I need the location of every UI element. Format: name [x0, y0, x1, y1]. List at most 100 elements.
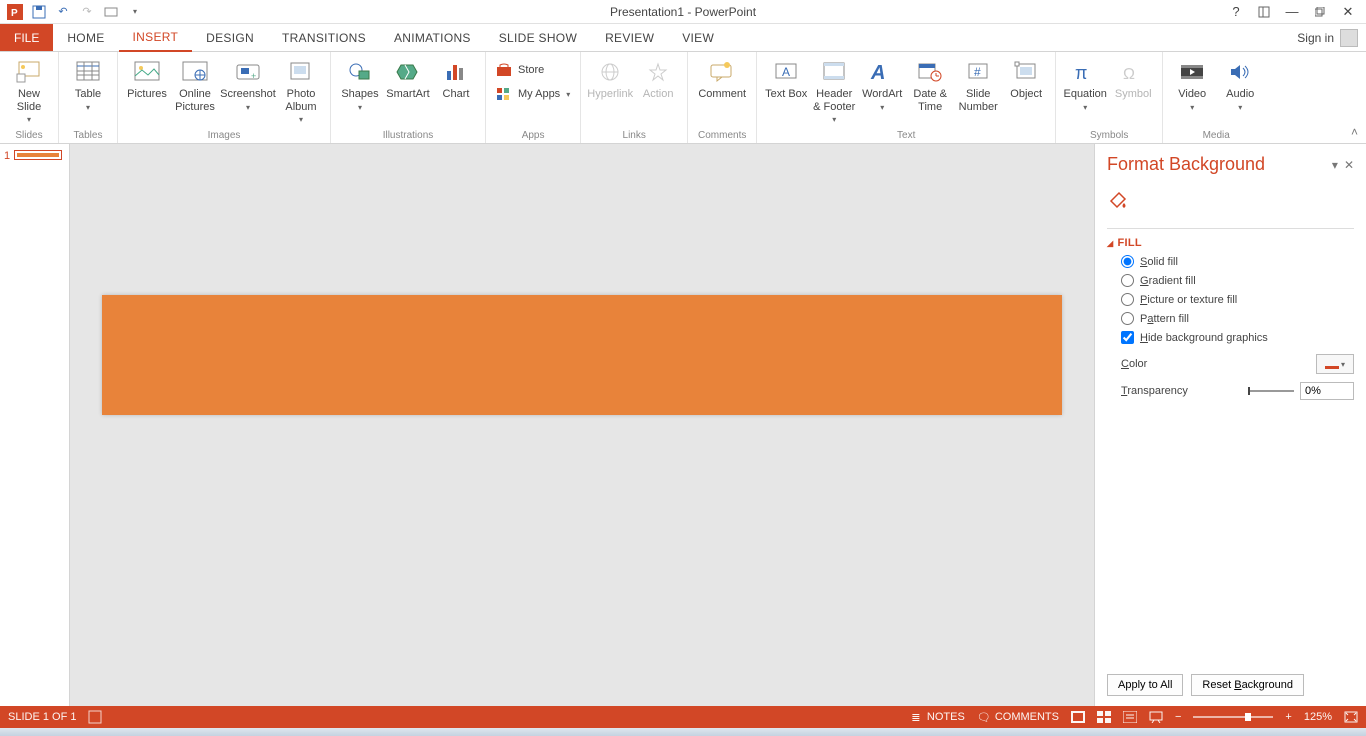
solid-fill-radio[interactable]: Solid fill: [1121, 255, 1354, 268]
header-footer-button[interactable]: Header & Footer▾: [811, 54, 857, 124]
group-illustrations-label: Illustrations: [337, 130, 479, 143]
transparency-slider[interactable]: [1248, 390, 1294, 392]
text-box-button[interactable]: AText Box: [763, 54, 809, 101]
fill-bucket-icon[interactable]: [1107, 189, 1354, 214]
group-slides-label: Slides: [6, 130, 52, 143]
windows-taskbar: [0, 728, 1366, 736]
start-from-beginning-icon[interactable]: [100, 1, 122, 23]
photo-album-icon: [285, 58, 317, 86]
fit-to-window-icon[interactable]: [1344, 711, 1358, 723]
tab-insert[interactable]: INSERT: [119, 24, 193, 52]
pictures-button[interactable]: Pictures: [124, 54, 170, 101]
chart-button[interactable]: Chart: [433, 54, 479, 101]
apply-to-all-button[interactable]: Apply to All: [1107, 674, 1183, 696]
comments-button[interactable]: 🗨COMMENTS: [977, 710, 1059, 724]
color-picker-button[interactable]: ▾: [1316, 354, 1354, 374]
slide-canvas-area[interactable]: [70, 144, 1094, 706]
zoom-in-button[interactable]: +: [1285, 711, 1291, 723]
close-icon[interactable]: ✕: [1336, 2, 1360, 22]
undo-icon[interactable]: ↶: [52, 1, 74, 23]
redo-icon[interactable]: ↷: [76, 1, 98, 23]
action-button[interactable]: Action: [635, 54, 681, 101]
object-button[interactable]: Object: [1003, 54, 1049, 101]
slide-number-button[interactable]: #Slide Number: [955, 54, 1001, 113]
sign-in-button[interactable]: Sign in: [1289, 24, 1366, 51]
group-images-label: Images: [124, 130, 324, 143]
comment-button[interactable]: Comment: [694, 54, 750, 101]
symbol-button[interactable]: ΩSymbol: [1110, 54, 1156, 101]
spellcheck-icon[interactable]: [88, 710, 102, 724]
pattern-fill-radio[interactable]: Pattern fill: [1121, 312, 1354, 325]
screenshot-button[interactable]: +Screenshot▾: [220, 54, 276, 112]
tab-slideshow[interactable]: SLIDE SHOW: [485, 24, 591, 51]
shapes-button[interactable]: Shapes▾: [337, 54, 383, 112]
equation-button[interactable]: πEquation▾: [1062, 54, 1108, 112]
thumbnail-1[interactable]: 1: [4, 150, 65, 162]
save-icon[interactable]: [28, 1, 50, 23]
zoom-level[interactable]: 125%: [1304, 711, 1332, 723]
group-symbols-label: Symbols: [1062, 130, 1156, 143]
group-text-label: Text: [763, 130, 1049, 143]
slideshow-view-icon[interactable]: [1149, 711, 1163, 723]
wordart-button[interactable]: AWordArt▾: [859, 54, 905, 112]
hyperlink-icon: [594, 58, 626, 86]
ribbon-display-icon[interactable]: [1252, 2, 1276, 22]
zoom-slider[interactable]: [1193, 716, 1273, 718]
ribbon: New Slide▾ Slides Table▾ Tables Pictures…: [0, 52, 1366, 144]
tab-animations[interactable]: ANIMATIONS: [380, 24, 485, 51]
gradient-fill-radio[interactable]: Gradient fill: [1121, 274, 1354, 287]
group-comments-label: Comments: [694, 130, 750, 143]
reset-background-button[interactable]: Reset Background: [1191, 674, 1304, 696]
slide-counter[interactable]: SLIDE 1 OF 1: [8, 711, 76, 723]
smartart-button[interactable]: SmartArt: [385, 54, 431, 101]
video-icon: [1176, 58, 1208, 86]
sign-in-label: Sign in: [1297, 31, 1334, 45]
screenshot-icon: +: [232, 58, 264, 86]
transparency-input[interactable]: [1300, 382, 1354, 400]
reading-view-icon[interactable]: [1123, 711, 1137, 723]
format-background-pane: Format Background ▾ ✕ ◢FILL Solid fill G…: [1094, 144, 1366, 706]
pane-title: Format Background: [1107, 154, 1265, 175]
picture-fill-radio[interactable]: Picture or texture fill: [1121, 293, 1354, 306]
object-icon: [1010, 58, 1042, 86]
date-time-icon: [914, 58, 946, 86]
tab-file[interactable]: FILE: [0, 24, 53, 51]
tab-transitions[interactable]: TRANSITIONS: [268, 24, 380, 51]
store-button[interactable]: Store: [492, 60, 574, 80]
restore-icon[interactable]: [1308, 2, 1332, 22]
tab-review[interactable]: REVIEW: [591, 24, 668, 51]
new-slide-button[interactable]: New Slide▾: [6, 54, 52, 124]
photo-album-button[interactable]: Photo Album▾: [278, 54, 324, 124]
pane-close-icon[interactable]: ✕: [1344, 158, 1354, 172]
tab-home[interactable]: HOME: [53, 24, 118, 51]
my-apps-icon: [496, 86, 512, 102]
help-icon[interactable]: ?: [1224, 2, 1248, 22]
hyperlink-button[interactable]: Hyperlink: [587, 54, 633, 101]
audio-button[interactable]: Audio▾: [1217, 54, 1263, 112]
hide-background-checkbox[interactable]: Hide background graphics: [1121, 331, 1354, 344]
collapse-ribbon-icon[interactable]: ˄: [1351, 125, 1358, 139]
group-symbols: πEquation▾ ΩSymbol Symbols: [1056, 52, 1163, 143]
slide-number-icon: #: [962, 58, 994, 86]
zoom-out-button[interactable]: −: [1175, 711, 1181, 723]
comment-icon: [706, 58, 738, 86]
window-controls: ? — ✕: [1224, 2, 1366, 22]
normal-view-icon[interactable]: [1071, 711, 1085, 723]
video-button[interactable]: Video▾: [1169, 54, 1215, 112]
slide-sorter-icon[interactable]: [1097, 711, 1111, 723]
powerpoint-icon: P: [4, 1, 26, 23]
qat-more-icon[interactable]: ▾: [124, 1, 146, 23]
transparency-label: Transparency: [1121, 385, 1188, 397]
pane-options-icon[interactable]: ▾: [1332, 158, 1338, 172]
tab-view[interactable]: VIEW: [668, 24, 728, 51]
online-pictures-button[interactable]: Online Pictures: [172, 54, 218, 113]
window-title: Presentation1 - PowerPoint: [610, 5, 756, 19]
date-time-button[interactable]: Date & Time: [907, 54, 953, 113]
notes-button[interactable]: ≣NOTES: [909, 710, 965, 724]
slide-shape-rectangle[interactable]: [102, 295, 1062, 415]
fill-section-header[interactable]: ◢FILL: [1107, 237, 1354, 249]
tab-design[interactable]: DESIGN: [192, 24, 268, 51]
my-apps-button[interactable]: My Apps ▾: [492, 84, 574, 104]
minimize-icon[interactable]: —: [1280, 2, 1304, 22]
table-button[interactable]: Table▾: [65, 54, 111, 112]
